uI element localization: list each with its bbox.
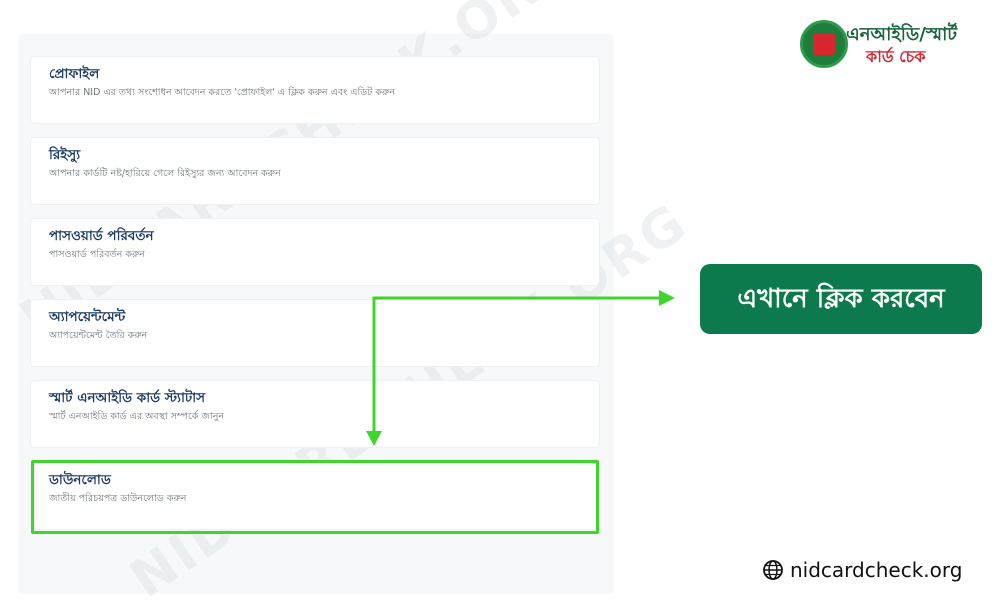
- click-here-callout: এখানে ক্লিক করবেন: [700, 264, 982, 334]
- arrow-line: [372, 296, 660, 437]
- nid-emblem-icon: [800, 20, 848, 68]
- site-url: nidcardcheck.org: [762, 556, 962, 584]
- arrow-head-right: [659, 290, 675, 306]
- arrow-head-down: [366, 431, 382, 446]
- logo-subtitle: কার্ড চেক: [866, 47, 926, 66]
- site-url-text: nidcardcheck.org: [790, 558, 963, 582]
- globe-icon: [763, 560, 783, 580]
- site-logo: এনআইডি/স্মার্ট কার্ড চেক: [796, 18, 996, 74]
